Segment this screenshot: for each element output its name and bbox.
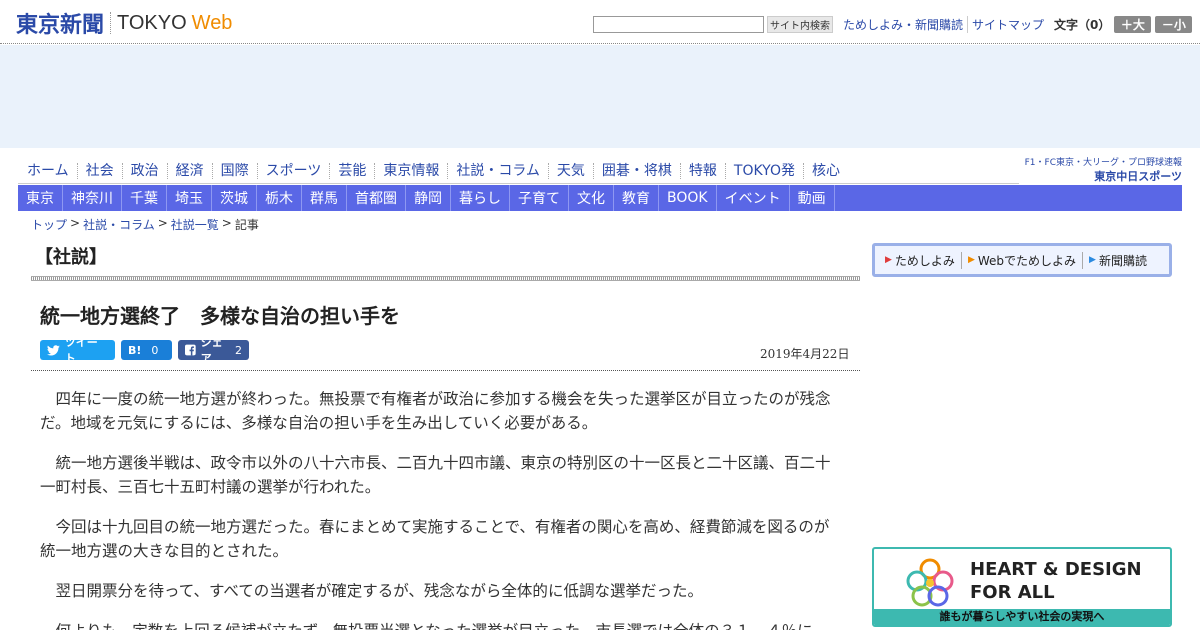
breadcrumb-editorial-column[interactable]: 社説・コラム — [83, 216, 155, 233]
facebook-icon — [185, 344, 196, 356]
nav-events[interactable]: イベント — [717, 185, 790, 211]
hatena-count: 0 — [151, 343, 159, 357]
sitemap-link[interactable]: サイトマップ — [967, 15, 1048, 33]
logo-divider — [110, 12, 112, 34]
share-buttons: ツイート B! 0 シェア 2 — [40, 336, 249, 365]
heart-design-banner[interactable]: HEART & DESIGN FOR ALL 誰もが暮らしやすい社会の実現へ — [872, 547, 1172, 627]
nav-tokyo-hatsu[interactable]: TOKYO発 — [724, 162, 803, 179]
nav-region-kanagawa[interactable]: 神奈川 — [63, 185, 122, 211]
chunichi-title: 東京中日スポーツ — [1094, 170, 1182, 183]
nav-region-capital[interactable]: 首都圏 — [347, 185, 406, 211]
nav-editorial-column[interactable]: 社説・コラム — [447, 162, 548, 179]
subscribe-label: 新聞購読 — [1098, 253, 1147, 268]
trial-read-label: ためしよみ — [894, 253, 955, 268]
web-trial-read-link[interactable]: ▶ Webでためしよみ — [960, 251, 1082, 269]
article-headline: 統一地方選終了 多様な自治の担い手を — [40, 304, 400, 328]
font-decrease-button[interactable]: －小 — [1155, 15, 1193, 33]
nav-core[interactable]: 核心 — [802, 162, 848, 179]
article-paragraph: 翌日開票分を待って、すべての当選者が確定するが、残念ながら全体的に低調な選挙だっ… — [55, 582, 703, 600]
nav-region-gunma[interactable]: 群馬 — [302, 185, 347, 211]
nav-region-tokyo[interactable]: 東京 — [18, 185, 63, 211]
nav-region-ibaraki[interactable]: 茨城 — [212, 185, 257, 211]
heart-design-logo-icon — [906, 558, 954, 607]
nav-sports[interactable]: スポーツ — [256, 162, 330, 179]
nav-region-chiba[interactable]: 千葉 — [122, 185, 167, 211]
nav-tokyo-info[interactable]: 東京情報 — [374, 162, 447, 179]
breadcrumb-top[interactable]: トップ — [31, 216, 67, 233]
chunichi-sports-link[interactable]: F1・FC東京・大リーグ・プロ野球速報 東京中日スポーツ — [1022, 155, 1182, 183]
nav-video[interactable]: 動画 — [790, 185, 835, 211]
article-paragraph: 統一地方選後半戦は、政令市以外の八十六市長、二百九十四市議、東京の特別区の十一区… — [40, 454, 831, 496]
font-size-label: 文字（0） — [1054, 17, 1111, 32]
facebook-share-label: シェア — [200, 336, 223, 365]
trial-read-link[interactable]: ▶ ためしよみ — [883, 252, 961, 269]
font-increase-button[interactable]: ＋大 — [1114, 15, 1152, 33]
nav-culture[interactable]: 文化 — [569, 185, 614, 211]
nav-society[interactable]: 社会 — [76, 162, 122, 179]
chunichi-tagline: F1・FC東京・大リーグ・プロ野球速報 — [1024, 158, 1182, 168]
breadcrumb-separator: > — [221, 216, 232, 230]
nav-go-shogi[interactable]: 囲碁・将棋 — [592, 162, 680, 179]
hatena-bookmark-button[interactable]: B! 0 — [121, 340, 172, 360]
site-search-button[interactable]: サイト内検索 — [767, 15, 833, 33]
nav-parenting[interactable]: 子育て — [510, 185, 569, 211]
breadcrumb-separator: > — [157, 216, 168, 230]
web-trial-read-label: Webでためしよみ — [977, 253, 1077, 268]
nav-region-saitama[interactable]: 埼玉 — [167, 185, 212, 211]
nav-home[interactable]: ホーム — [18, 163, 77, 179]
section-label: 【社説】 — [35, 247, 107, 268]
breadcrumb-current: 記事 — [234, 218, 259, 232]
article-paragraph: 何よりも、定数を上回る候補が立たず、無投票当選となった選挙が目立った。市長選では… — [40, 619, 840, 630]
blue-triangle-icon: ▶ — [1089, 255, 1096, 265]
facebook-share-button[interactable]: シェア 2 — [178, 336, 249, 365]
nav-entertainment[interactable]: 芸能 — [329, 162, 374, 179]
banner-tagline: 誰もが暮らしやすい社会の実現へ — [874, 609, 1170, 625]
subscription-box: ▶ ためしよみ ▶ Webでためしよみ ▶ 新聞購読 — [872, 243, 1172, 277]
ad-banner-area — [0, 45, 1200, 148]
nav-weather[interactable]: 天気 — [547, 162, 593, 179]
nav-politics[interactable]: 政治 — [121, 162, 167, 179]
site-header: 東京新聞 TOKYO Web サイト内検索 ためしよみ・新聞購読 サイトマップ … — [0, 0, 1200, 44]
tweet-label: ツイート — [64, 336, 98, 365]
regional-nav: 東京 神奈川 千葉 埼玉 茨城 栃木 群馬 首都圏 静岡 暮らし 子育て 文化 … — [18, 185, 1182, 211]
site-search-input[interactable] — [593, 15, 764, 33]
nav-education[interactable]: 教育 — [614, 185, 659, 211]
nav-economy[interactable]: 経済 — [166, 162, 212, 179]
nav-special-report[interactable]: 特報 — [679, 162, 725, 179]
breadcrumb-editorial-list[interactable]: 社説一覧 — [171, 216, 219, 233]
breadcrumb: トップ > 社説・コラム > 社説一覧 > 記事 — [31, 216, 259, 233]
nav-book[interactable]: BOOK — [659, 185, 717, 211]
facebook-share-count: 2 — [235, 343, 242, 357]
banner-title-line1: HEART & DESIGN — [970, 559, 1142, 580]
red-triangle-icon: ▶ — [885, 255, 892, 265]
article-paragraph: 四年に一度の統一地方選が終わった。無投票で有権者が政治に参加する機会を失った選挙… — [40, 390, 831, 432]
logo-tokyo: TOKYO — [117, 11, 187, 34]
hatena-bookmark-icon: B! — [128, 343, 142, 357]
nav-region-shizuoka[interactable]: 静岡 — [406, 185, 451, 211]
twitter-bird-icon — [47, 344, 60, 356]
nav-region-tochigi[interactable]: 栃木 — [257, 185, 302, 211]
primary-nav: ホーム 社会 政治 経済 国際 スポーツ 芸能 東京情報 社説・コラム 天気 囲… — [18, 158, 1019, 184]
nav-lifestyle[interactable]: 暮らし — [451, 185, 510, 211]
header-tools: サイト内検索 ためしよみ・新聞購読 サイトマップ 文字（0） ＋大 －小 — [593, 14, 1193, 34]
orange-triangle-icon: ▶ — [967, 255, 975, 265]
trial-subscribe-link[interactable]: ためしよみ・新聞購読 — [839, 16, 967, 33]
article-divider — [31, 370, 860, 371]
banner-title-line2: FOR ALL — [970, 582, 1055, 603]
article-body: 四年に一度の統一地方選が終わった。無投票で有権者が政治に参加する機会を失った選挙… — [40, 387, 840, 630]
subscribe-link[interactable]: ▶ 新聞購読 — [1082, 251, 1153, 269]
nav-international[interactable]: 国際 — [211, 162, 257, 179]
logo-web: Web — [191, 11, 233, 34]
publish-date: 2019年4月22日 — [760, 347, 850, 361]
article-paragraph: 今回は十九回目の統一地方選だった。春にまとめて実施することで、有権者の関心を高め… — [40, 518, 830, 560]
site-logo[interactable]: 東京新聞 TOKYO Web — [16, 10, 233, 39]
logo-japanese: 東京新聞 — [16, 12, 105, 38]
tweet-button[interactable]: ツイート — [40, 336, 115, 365]
section-divider — [31, 276, 860, 281]
breadcrumb-separator: > — [70, 216, 81, 230]
